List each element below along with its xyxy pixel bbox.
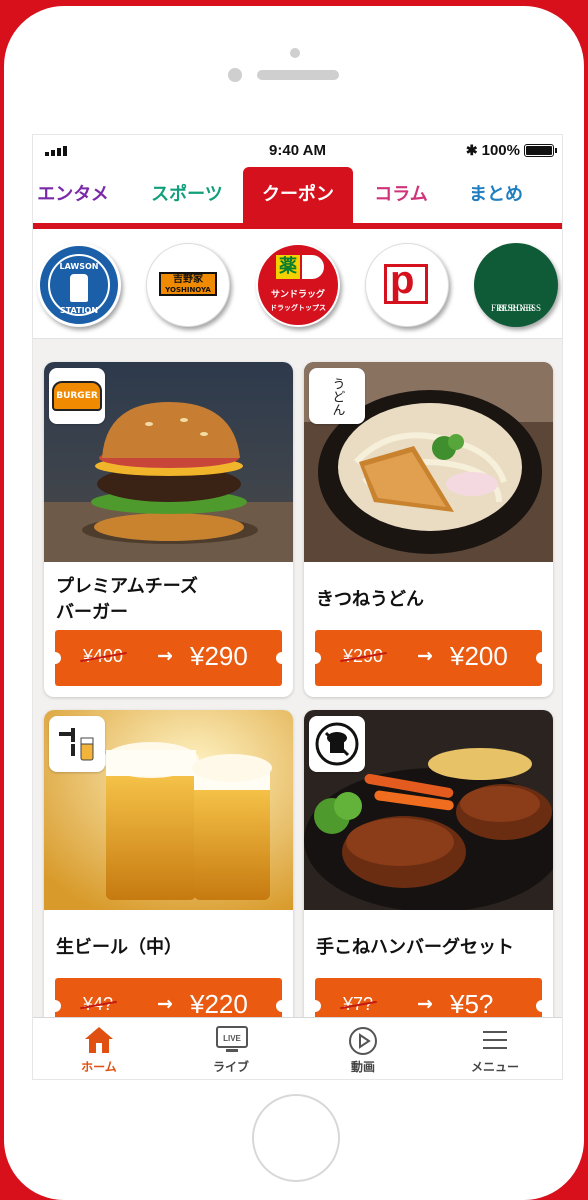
milk-bottle-icon [70, 274, 88, 302]
phone-frame: 9:40 AM ✱ 100% エンタメ スポーツ クーポン コラム まとめ LA… [4, 6, 584, 1200]
chef-logo-icon [309, 716, 365, 772]
coupon-title: 生ビール（中） [56, 937, 182, 958]
coupon-card-draft-beer[interactable]: 生ビール（中） ¥4? → ¥220 [44, 710, 293, 1045]
category-tabs: エンタメ スポーツ クーポン コラム まとめ [33, 167, 562, 229]
new-price: ¥5? [450, 989, 494, 1019]
app-screen: 9:40 AM ✱ 100% エンタメ スポーツ クーポン コラム まとめ LA… [32, 134, 563, 1080]
battery-icon [524, 144, 557, 157]
brand-carousel: LAWSON STATION 吉野家 YOSHINOYA 薬 サンドラッグ ドラ… [33, 229, 562, 339]
old-price: ¥400 [83, 646, 124, 666]
nav-live[interactable]: LIVE ライブ [165, 1018, 297, 1079]
brand-lawson-logo[interactable]: LAWSON STATION [37, 243, 121, 327]
new-price: ¥290 [190, 641, 248, 671]
old-price: ¥7? [343, 994, 374, 1014]
beer-tap-icon [49, 716, 105, 772]
bluetooth-icon: ✱ [465, 142, 478, 158]
coupon-title: プレミアムチーズ バーガー [56, 576, 198, 623]
coupon-price-ticket[interactable]: ¥290 → ¥200 [309, 630, 548, 686]
burger-logo-icon: BURGER [49, 368, 105, 424]
phone-home-button[interactable] [252, 1094, 340, 1182]
old-price: ¥4? [83, 994, 114, 1014]
coupon-card-kitsune-udon[interactable]: うどん きつねうどん ¥290 → ¥200 [304, 362, 553, 697]
new-price: ¥220 [190, 989, 248, 1019]
camera-dot [290, 48, 300, 58]
coupon-title: 手こねハンバーグセット [316, 937, 514, 958]
brand-sundrug-logo[interactable]: 薬 サンドラッグ ドラッグトップス [256, 243, 340, 327]
nav-menu[interactable]: メニュー [429, 1018, 561, 1079]
live-tv-icon: LIVE [216, 1026, 248, 1052]
brand-poplar-logo[interactable]: p [365, 243, 449, 327]
battery-percent: 100% [481, 142, 520, 159]
bottom-navigation: ホーム LIVE ライブ 動画 メニュー [33, 1017, 562, 1079]
arrow-icon: → [417, 993, 433, 1015]
tab-sports[interactable]: スポーツ [137, 167, 237, 223]
play-icon [349, 1027, 377, 1055]
status-bar: 9:40 AM ✱ 100% [33, 135, 562, 167]
brand-freshness-burger-logo[interactable]: FRESHNESS BURGER [474, 243, 558, 327]
coupon-price-ticket[interactable]: ¥400 → ¥290 [49, 630, 288, 686]
nav-home[interactable]: ホーム [33, 1018, 165, 1079]
tab-matome[interactable]: まとめ [457, 167, 535, 223]
arrow-icon: → [157, 993, 173, 1015]
coupon-title: きつねうどん [316, 589, 424, 610]
nav-video[interactable]: 動画 [297, 1018, 429, 1079]
new-price: ¥200 [450, 641, 508, 671]
coupon-card-cheese-burger[interactable]: BURGER プレミアムチーズ バーガー ¥400 → ¥290 [44, 362, 293, 697]
udon-logo-icon: うどん [309, 368, 365, 424]
old-price: ¥290 [343, 646, 384, 666]
coupon-card-hamburg-steak[interactable]: 手こねハンバーグセット ¥7? → ¥5? [304, 710, 553, 1045]
svg-text:LIVE: LIVE [223, 1034, 241, 1043]
home-icon [85, 1027, 113, 1053]
arrow-icon: → [417, 645, 433, 667]
speaker-grille [257, 70, 339, 80]
tab-coupon[interactable]: クーポン [243, 167, 353, 223]
arrow-icon: → [157, 645, 173, 667]
brand-yoshinoya-logo[interactable]: 吉野家 YOSHINOYA [146, 243, 230, 327]
hamburger-menu-icon [483, 1031, 507, 1049]
tab-column[interactable]: コラム [363, 167, 439, 223]
front-camera [228, 68, 242, 82]
tab-entame[interactable]: エンタメ [33, 167, 113, 223]
